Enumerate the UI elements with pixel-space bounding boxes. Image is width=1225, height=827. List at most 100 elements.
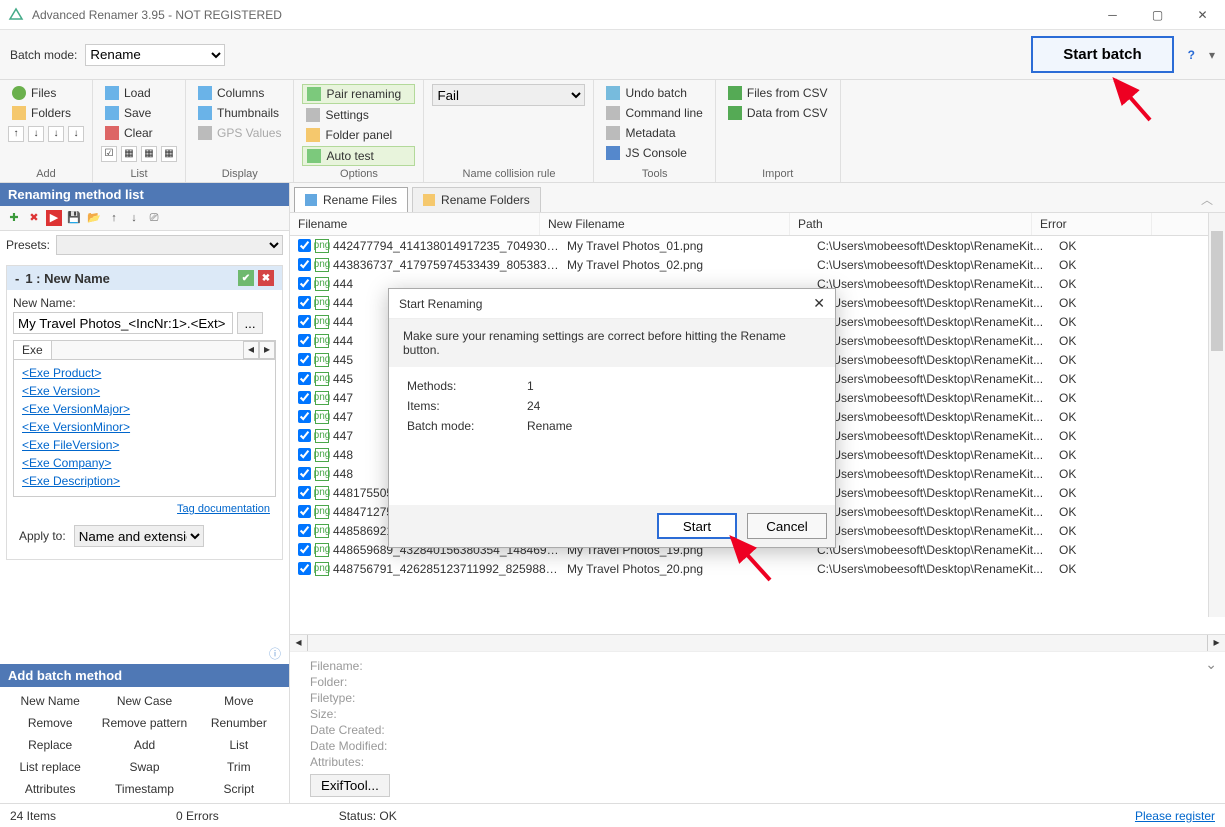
dialog-start-button[interactable]: Start	[657, 513, 737, 539]
display-gps-button[interactable]: GPS Values	[194, 124, 285, 142]
settings-button[interactable]: Settings	[302, 106, 415, 124]
tag-link[interactable]: <Exe Description>	[22, 472, 267, 490]
please-register-link[interactable]: Please register	[1135, 809, 1215, 823]
row-checkbox[interactable]	[298, 353, 311, 366]
small-btn[interactable]: ↑	[8, 126, 24, 142]
add-batch-method-item[interactable]: Trim	[193, 757, 285, 777]
add-batch-method-item[interactable]: List	[193, 735, 285, 755]
row-checkbox[interactable]	[298, 315, 311, 328]
small-btn[interactable]: ▦	[161, 146, 177, 162]
maximize-button[interactable]: ▢	[1135, 1, 1180, 29]
add-batch-method-item[interactable]: Add	[98, 735, 190, 755]
undo-batch-button[interactable]: Undo batch	[602, 84, 706, 102]
add-batch-method-item[interactable]: Timestamp	[98, 779, 190, 799]
batch-mode-select[interactable]: Rename	[85, 44, 225, 66]
add-folders-button[interactable]: Folders	[8, 104, 84, 122]
apply-to-select[interactable]: Name and extension	[74, 525, 204, 547]
add-batch-method-item[interactable]: Move	[193, 691, 285, 711]
tag-next-button[interactable]: ▸	[259, 341, 275, 359]
add-icon[interactable]: ✚	[6, 210, 22, 226]
method-1-header[interactable]: - 1 : New Name ✔✖	[7, 266, 282, 290]
add-batch-method-item[interactable]: Swap	[98, 757, 190, 777]
tab-rename-folders[interactable]: Rename Folders	[412, 187, 541, 212]
small-btn[interactable]: ▦	[141, 146, 157, 162]
delete-icon[interactable]: ✖	[26, 210, 42, 226]
method-enabled-icon[interactable]: ✔	[238, 270, 254, 286]
tag-link[interactable]: <Exe FileVersion>	[22, 436, 267, 454]
row-checkbox[interactable]	[298, 486, 311, 499]
table-row[interactable]: png442477794_414138014917235_7049308...M…	[290, 236, 1225, 255]
close-button[interactable]: ✕	[1180, 1, 1225, 29]
method-close-icon[interactable]: ✖	[258, 270, 274, 286]
horizontal-scrollbar[interactable]: ◂▸	[290, 634, 1225, 651]
row-checkbox[interactable]	[298, 429, 311, 442]
info-icon[interactable]: ⓘ	[0, 643, 289, 664]
expand-icon[interactable]: ⌄	[1205, 656, 1217, 673]
files-from-csv-button[interactable]: Files from CSV	[724, 84, 832, 102]
add-batch-method-item[interactable]: Replace	[4, 735, 96, 755]
display-thumbnails-button[interactable]: Thumbnails	[194, 104, 285, 122]
row-checkbox[interactable]	[298, 543, 311, 556]
vertical-scrollbar[interactable]	[1208, 213, 1225, 617]
add-files-button[interactable]: Files	[8, 84, 84, 102]
down-icon[interactable]: ↓	[126, 210, 142, 226]
tag-link[interactable]: <Exe VersionMajor>	[22, 400, 267, 418]
row-checkbox[interactable]	[298, 524, 311, 537]
dialog-cancel-button[interactable]: Cancel	[747, 513, 827, 539]
row-checkbox[interactable]	[298, 239, 311, 252]
add-batch-method-item[interactable]: Attributes	[4, 779, 96, 799]
row-checkbox[interactable]	[298, 296, 311, 309]
tag-link[interactable]: <Exe Product>	[22, 364, 267, 382]
tab-rename-files[interactable]: Rename Files	[294, 187, 408, 212]
load-icon[interactable]: 📂	[86, 210, 102, 226]
table-row[interactable]: png443836737_417975974533439_8053835...M…	[290, 255, 1225, 274]
add-batch-method-item[interactable]: Remove pattern	[98, 713, 190, 733]
js-console-button[interactable]: JS Console	[602, 144, 706, 162]
new-name-input[interactable]	[13, 312, 233, 334]
tag-documentation-link[interactable]: Tag documentation	[177, 503, 270, 515]
small-btn[interactable]: ↓	[68, 126, 84, 142]
small-btn[interactable]: ▦	[121, 146, 137, 162]
auto-test-toggle[interactable]: Auto test	[302, 146, 415, 166]
add-batch-method-item[interactable]: Renumber	[193, 713, 285, 733]
collapse-icon[interactable]: ︿	[1193, 187, 1221, 212]
row-checkbox[interactable]	[298, 277, 311, 290]
small-btn[interactable]: ☑	[101, 146, 117, 162]
dropdown-icon[interactable]: ▾	[1209, 48, 1215, 62]
minimize-button[interactable]: ─	[1090, 1, 1135, 29]
add-batch-method-item[interactable]: Script	[193, 779, 285, 799]
start-batch-button[interactable]: Start batch	[1031, 36, 1173, 73]
up-icon[interactable]: ↑	[106, 210, 122, 226]
tag-link[interactable]: <Exe Version>	[22, 382, 267, 400]
add-batch-method-item[interactable]: Remove	[4, 713, 96, 733]
row-checkbox[interactable]	[298, 562, 311, 575]
tag-link[interactable]: <Exe Company>	[22, 454, 267, 472]
small-btn[interactable]: ↓	[48, 126, 64, 142]
add-batch-method-item[interactable]: New Case	[98, 691, 190, 711]
row-checkbox[interactable]	[298, 505, 311, 518]
save-icon[interactable]: 💾	[66, 210, 82, 226]
display-columns-button[interactable]: Columns	[194, 84, 285, 102]
add-batch-method-item[interactable]: New Name	[4, 691, 96, 711]
list-clear-button[interactable]: Clear	[101, 124, 177, 142]
pair-renaming-toggle[interactable]: Pair renaming	[302, 84, 415, 104]
tag-link[interactable]: <Exe VersionMinor>	[22, 418, 267, 436]
browse-tags-button[interactable]: ...	[237, 312, 263, 334]
row-checkbox[interactable]	[298, 391, 311, 404]
metadata-button[interactable]: Metadata	[602, 124, 706, 142]
exiftool-button[interactable]: ExifTool...	[310, 774, 390, 797]
row-checkbox[interactable]	[298, 467, 311, 480]
row-checkbox[interactable]	[298, 448, 311, 461]
tag-prev-button[interactable]: ◂	[243, 341, 259, 359]
folder-panel-button[interactable]: Folder panel	[302, 126, 415, 144]
row-checkbox[interactable]	[298, 334, 311, 347]
data-from-csv-button[interactable]: Data from CSV	[724, 104, 832, 122]
small-btn[interactable]: ↓	[28, 126, 44, 142]
presets-select[interactable]	[56, 235, 283, 255]
add-batch-method-item[interactable]: List replace	[4, 757, 96, 777]
command-line-button[interactable]: Command line	[602, 104, 706, 122]
row-checkbox[interactable]	[298, 258, 311, 271]
tag-tab-exe[interactable]: Exe	[13, 340, 52, 360]
list-save-button[interactable]: Save	[101, 104, 177, 122]
collision-rule-select[interactable]: Fail	[432, 84, 585, 106]
